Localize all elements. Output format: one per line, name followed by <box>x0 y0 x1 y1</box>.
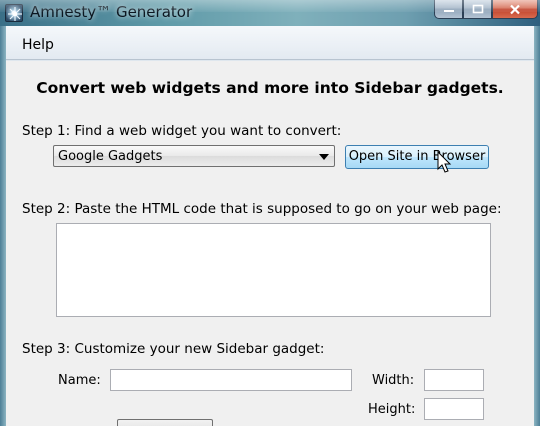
height-label: Height: <box>368 402 416 417</box>
widget-source-selected: Google Gadgets <box>58 149 163 164</box>
menu-help[interactable]: Help <box>22 37 54 53</box>
window-frame-right <box>534 26 540 426</box>
maximize-icon <box>472 4 483 14</box>
page-heading: Convert web widgets and more into Sideba… <box>36 79 504 97</box>
name-input[interactable] <box>110 369 352 391</box>
window-title: Amnesty™ Generator <box>30 3 193 21</box>
minimize-button[interactable] <box>434 0 463 19</box>
name-label: Name: <box>58 373 101 388</box>
minimize-icon <box>443 10 454 12</box>
app-icon[interactable] <box>5 4 23 22</box>
maximize-button[interactable] <box>463 0 492 19</box>
width-label: Width: <box>372 373 415 388</box>
height-input[interactable] <box>424 398 484 420</box>
open-site-in-browser-button[interactable]: Open Site in Browser <box>345 145 489 169</box>
close-icon <box>510 4 520 14</box>
partial-control[interactable] <box>117 419 213 426</box>
step2-label: Step 2: Paste the HTML code that is supp… <box>22 201 502 217</box>
step1-label: Step 1: Find a web widget you want to co… <box>22 123 342 139</box>
title-bar[interactable]: Amnesty™ Generator <box>0 0 540 26</box>
window-controls <box>434 0 538 19</box>
widget-source-dropdown[interactable]: Google Gadgets <box>53 145 335 167</box>
chevron-down-icon <box>319 154 329 160</box>
main-panel: Convert web widgets and more into Sideba… <box>6 61 534 426</box>
width-input[interactable] <box>424 369 484 391</box>
html-code-textarea[interactable] <box>56 223 491 317</box>
mouse-pointer-icon <box>437 151 452 173</box>
close-button[interactable] <box>492 0 538 19</box>
menu-bar: Help <box>6 26 534 60</box>
step3-label: Step 3: Customize your new Sidebar gadge… <box>22 341 325 357</box>
